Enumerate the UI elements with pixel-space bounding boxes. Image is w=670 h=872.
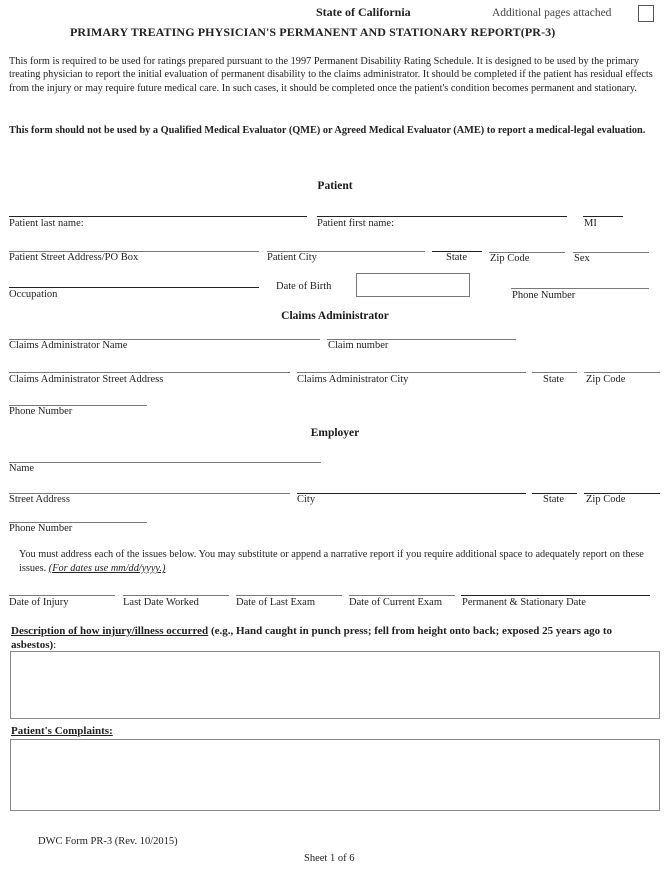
claims-phone-label: Phone Number — [9, 406, 73, 417]
claims-name-label: Claims Administrator Name — [9, 340, 128, 351]
patient-city-label: Patient City — [267, 252, 317, 263]
description-suffix: : — [53, 639, 57, 651]
date-format-hint: (For dates use mm/dd/yyyy.) — [48, 563, 166, 574]
patient-mi-field[interactable] — [583, 216, 623, 217]
description-heading: Description of how injury/illness occurr… — [11, 624, 656, 652]
patient-zip-label: Zip Code — [490, 253, 530, 264]
sheet-number: Sheet 1 of 6 — [304, 853, 355, 864]
employer-city-label: City — [297, 494, 316, 505]
description-label: Description of how injury/illness occurr… — [11, 625, 209, 637]
patient-street-label: Patient Street Address/PO Box — [9, 252, 139, 263]
patient-first-name-field[interactable] — [317, 216, 567, 217]
additional-pages-label: Additional pages attached — [492, 7, 612, 19]
claims-state-label: State — [543, 374, 564, 385]
patient-phone-label: Phone Number — [512, 290, 576, 301]
patient-phone-field[interactable] — [511, 288, 649, 289]
last-date-worked-field[interactable] — [123, 595, 229, 596]
claims-zip-field[interactable] — [584, 372, 660, 373]
employer-street-label: Street Address — [9, 494, 70, 505]
patient-sex-label: Sex — [574, 253, 590, 264]
claims-heading: Claims Administrator — [281, 310, 389, 322]
ps-date-field[interactable] — [461, 595, 650, 596]
date-of-injury-field[interactable] — [9, 595, 115, 596]
intro-warning: This form should not be used by a Qualif… — [9, 125, 646, 136]
date-of-last-exam-label: Date of Last Exam — [236, 597, 316, 608]
state-heading: State of California — [316, 5, 411, 19]
patient-last-name-label: Patient last name: — [9, 218, 84, 229]
patient-last-name-field[interactable] — [9, 216, 307, 217]
patient-first-name-label: Patient first name: — [317, 218, 394, 229]
additional-pages-checkbox[interactable] — [638, 5, 654, 22]
employer-name-label: Name — [9, 463, 35, 474]
patient-dob-label: Date of Birth — [276, 281, 332, 292]
patient-heading: Patient — [317, 180, 353, 192]
employer-name-field[interactable] — [9, 462, 321, 463]
employer-city-field[interactable] — [297, 493, 526, 494]
date-of-last-exam-field[interactable] — [236, 595, 342, 596]
patient-occupation-label: Occupation — [9, 289, 58, 300]
claims-state-field[interactable] — [532, 372, 577, 373]
patient-mi-label: MI — [584, 218, 597, 229]
employer-heading: Employer — [310, 427, 360, 439]
date-of-injury-label: Date of Injury — [9, 597, 69, 608]
intro-paragraph: This form is required to be used for rat… — [9, 56, 653, 94]
date-of-current-exam-label: Date of Current Exam — [349, 597, 443, 608]
employer-state-label: State — [543, 494, 564, 505]
claims-street-field[interactable] — [9, 372, 290, 373]
last-date-worked-label: Last Date Worked — [123, 597, 199, 608]
employer-phone-label: Phone Number — [9, 523, 73, 534]
patient-dob-field[interactable] — [356, 273, 470, 297]
claim-number-label: Claim number — [328, 340, 389, 351]
claims-zip-label: Zip Code — [586, 374, 626, 385]
form-id: DWC Form PR-3 (Rev. 10/2015) — [38, 836, 178, 847]
patient-state-label: State — [446, 252, 467, 263]
date-of-current-exam-field[interactable] — [349, 595, 455, 596]
complaints-textarea[interactable] — [10, 739, 660, 811]
complaints-label: Patient's Complaints: — [11, 725, 113, 737]
employer-zip-label: Zip Code — [586, 494, 626, 505]
instructions-text: You must address each of the issues belo… — [19, 548, 659, 576]
claims-street-label: Claims Administrator Street Address — [9, 374, 164, 385]
patient-occupation-field[interactable] — [9, 287, 259, 288]
description-textarea[interactable] — [10, 651, 660, 719]
ps-date-label: Permanent & Stationary Date — [462, 597, 586, 608]
claims-city-label: Claims Administrator City — [297, 374, 409, 385]
form-title: PRIMARY TREATING PHYSICIAN'S PERMANENT A… — [70, 25, 556, 39]
claims-city-field[interactable] — [297, 372, 526, 373]
